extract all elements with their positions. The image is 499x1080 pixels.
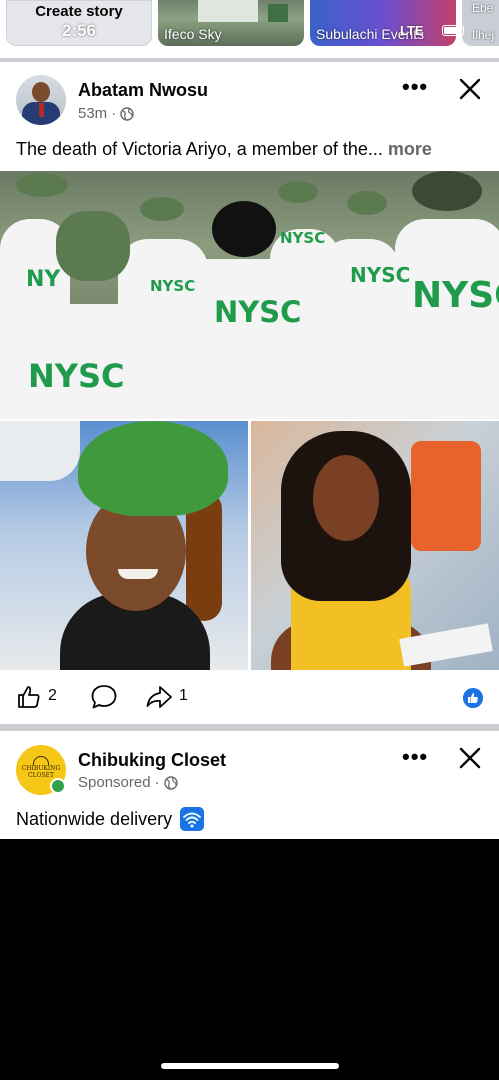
post-author-name[interactable]: Abatam Nwosu — [78, 80, 208, 101]
battery-icon — [442, 25, 464, 36]
nysc-label: NY — [26, 267, 61, 292]
close-icon[interactable] — [457, 745, 483, 771]
post-actions: 2 1 — [0, 670, 499, 724]
nysc-label: NYSC — [150, 277, 196, 295]
nysc-label: NYSC — [350, 263, 411, 287]
photo-figure-cap — [140, 197, 184, 221]
post-photo-main[interactable]: NYSC NYSC NYSC NYSC NYSC NY NYSC — [0, 171, 499, 419]
close-icon[interactable] — [457, 76, 483, 102]
post-photo-right[interactable] — [251, 421, 499, 670]
avatar-head — [32, 82, 50, 102]
share-count[interactable]: 1 — [179, 687, 188, 705]
share-icon[interactable] — [145, 684, 173, 710]
story-thumbnail — [198, 0, 258, 22]
sponsored-post: CHIBUKING CLOSET Chibuking Closet Sponso… — [0, 731, 499, 839]
like-count[interactable]: 2 — [48, 687, 57, 705]
stories-strip: Create story 2:56 Ifeco Sky Subulachi Ev… — [0, 0, 499, 58]
story-ebe[interactable]: Ebe Ilhej — [462, 0, 499, 46]
network-indicator: LTE — [400, 23, 424, 38]
story-create[interactable]: Create story 2:56 — [6, 0, 152, 46]
wifi-icon — [180, 807, 205, 831]
photo-figure-cap — [16, 173, 68, 197]
globe-icon — [120, 106, 134, 121]
photo-person-smile — [118, 569, 158, 579]
photo-figure-hair — [212, 201, 276, 257]
meta-separator: · — [111, 105, 117, 122]
post-body: The death of Victoria Ariyo, a member of… — [16, 139, 383, 159]
photo-figure-cap — [347, 191, 387, 215]
ad-text: Nationwide delivery — [16, 807, 205, 831]
hanger-icon — [33, 756, 49, 765]
photo-figure-cap — [278, 181, 318, 203]
story-thumbnail-tree — [268, 4, 288, 22]
photo-person-face — [313, 455, 379, 541]
globe-icon — [163, 775, 178, 790]
post-text: The death of Victoria Ariyo, a member of… — [16, 139, 486, 160]
meta-separator: · — [154, 774, 160, 791]
nysc-label: NYSC — [214, 295, 302, 329]
status-time: 2:56 — [61, 21, 97, 40]
see-more-link[interactable]: more — [388, 139, 432, 159]
story-name: Ifeco Sky — [164, 26, 222, 42]
story-name-top: Ebe — [472, 1, 494, 15]
story-name: Ilhej — [472, 28, 495, 42]
post-photo-left[interactable] — [0, 421, 248, 670]
ad-body: Nationwide delivery — [16, 808, 173, 829]
advertiser-logo-text: CHIBUKING CLOSET — [21, 765, 61, 779]
advertiser-name[interactable]: Chibuking Closet — [78, 750, 226, 771]
comment-icon[interactable] — [90, 684, 118, 710]
more-options-icon[interactable]: ••• — [402, 746, 428, 768]
post-time: 53m — [78, 105, 108, 122]
photo-figure-front-cap — [56, 211, 130, 281]
photo-figure — [395, 219, 499, 419]
photo-figure-head — [412, 171, 482, 211]
nysc-label: NYSC — [412, 275, 499, 316]
story-subulachi-events[interactable]: Subulachi Events — [310, 0, 456, 46]
sponsored-label: Sponsored — [78, 774, 151, 791]
avatar-tie — [39, 103, 44, 117]
like-badge-icon[interactable] — [463, 688, 483, 708]
nysc-label: NYSC — [280, 229, 326, 247]
feed-divider — [0, 724, 499, 731]
nysc-label: NYSC — [28, 357, 125, 395]
author-avatar[interactable] — [16, 75, 66, 125]
like-icon[interactable] — [16, 684, 42, 710]
home-indicator[interactable] — [161, 1063, 339, 1069]
more-options-icon[interactable]: ••• — [402, 76, 428, 98]
ad-meta: Sponsored · — [78, 774, 178, 791]
online-status-dot — [50, 778, 66, 794]
photo-painting — [411, 441, 481, 551]
story-ifeco-sky[interactable]: Ifeco Sky — [158, 0, 304, 46]
photo-airplane — [0, 421, 80, 481]
story-create-label: Create story — [35, 3, 123, 20]
feed-post: Abatam Nwosu 53m · ••• The death of Vict… — [0, 62, 499, 724]
post-meta: 53m · — [78, 105, 134, 122]
photo-person-headwrap — [78, 421, 228, 516]
